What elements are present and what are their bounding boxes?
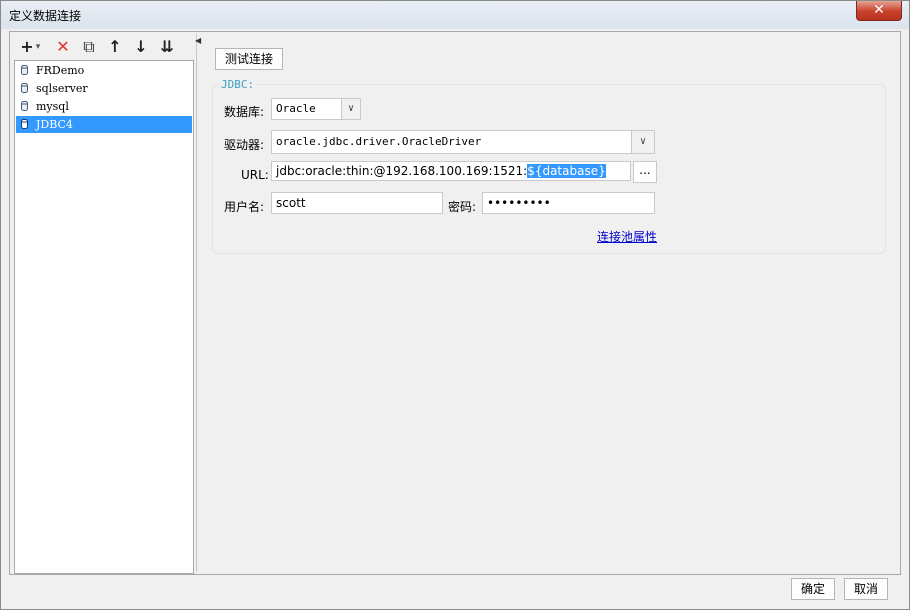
chevron-down-icon[interactable]: ∨ (341, 99, 360, 119)
database-label: 数据库: (224, 105, 265, 119)
test-connection-button[interactable]: 测试连接 (215, 48, 283, 70)
title-bar[interactable]: 定义数据连接 ✕ (1, 1, 909, 29)
delete-button[interactable]: ✕ (52, 37, 74, 57)
url-input[interactable]: jdbc:oracle:thin:@192.168.100.169:1521:$… (271, 161, 631, 181)
sort-icon: ⇊ (160, 37, 174, 56)
connection-detail-panel: 测试连接 JDBC: 数据库: Oracle ∨ 驱动器: oracle.jdb… (200, 34, 898, 572)
sort-button[interactable]: ⇊ (156, 37, 178, 57)
connection-tree[interactable]: FRDemo sqlserver mysql JDBC4 (14, 60, 194, 574)
jdbc-settings-group: JDBC: 数据库: Oracle ∨ 驱动器: oracle.jdbc.dri… (212, 78, 886, 254)
tree-item-mysql[interactable]: mysql (16, 98, 192, 115)
tree-item-sqlserver[interactable]: sqlserver (16, 80, 192, 97)
add-menu-dropdown[interactable]: ▾ (34, 37, 42, 57)
cancel-button[interactable]: 取消 (844, 578, 888, 600)
database-icon (21, 83, 28, 93)
delete-icon: ✕ (56, 37, 70, 56)
tree-item-label: JDBC4 (36, 118, 73, 131)
window-title: 定义数据连接 (9, 9, 82, 23)
username-input[interactable]: scott (271, 192, 443, 214)
password-value: ••••••••• (487, 196, 551, 210)
tree-item-label: sqlserver (36, 82, 88, 95)
database-select[interactable]: Oracle ∨ (271, 98, 361, 120)
url-label: URL: (241, 168, 269, 182)
arrow-down-icon: ↓ (134, 37, 148, 56)
connection-toolbar: + ▾ ✕ ⧉ ↑ ↓ ⇊ (12, 34, 195, 60)
tree-item-label: mysql (36, 100, 69, 113)
move-down-button[interactable]: ↓ (130, 37, 152, 57)
driver-select[interactable]: oracle.jdbc.driver.OracleDriver ∨ (271, 130, 655, 154)
url-selected-text: ${database} (527, 164, 606, 178)
database-value: Oracle (276, 102, 316, 115)
database-icon (21, 65, 28, 75)
password-input[interactable]: ••••••••• (482, 192, 655, 214)
database-icon (21, 119, 28, 129)
close-button[interactable]: ✕ (856, 1, 902, 21)
pool-properties-link[interactable]: 连接池属性 (597, 228, 657, 245)
url-prefix: jdbc:oracle:thin:@192.168.100.169:1521: (276, 164, 528, 178)
tree-item-label: FRDemo (36, 64, 85, 77)
group-title: JDBC: (219, 78, 257, 91)
chevron-down-icon[interactable]: ∨ (631, 131, 654, 153)
plus-icon: + (20, 37, 34, 56)
tree-item-frdemo[interactable]: FRDemo (16, 62, 192, 79)
copy-button[interactable]: ⧉ (78, 37, 100, 57)
url-browse-button[interactable]: ... (633, 161, 657, 183)
password-label: 密码: (448, 200, 477, 214)
driver-label: 驱动器: (224, 138, 265, 152)
dialog-window: 定义数据连接 ✕ + ▾ ✕ ⧉ ↑ ↓ ⇊ FRDemo sqlserver … (0, 0, 910, 610)
tree-item-jdbc4[interactable]: JDBC4 (16, 116, 192, 133)
ok-button[interactable]: 确定 (791, 578, 835, 600)
connection-list-panel: + ▾ ✕ ⧉ ↑ ↓ ⇊ FRDemo sqlserver mysql JDB… (12, 34, 195, 574)
database-icon (21, 101, 28, 111)
move-up-button[interactable]: ↑ (104, 37, 126, 57)
username-value: scott (276, 196, 306, 210)
copy-icon: ⧉ (83, 37, 95, 56)
username-label: 用户名: (224, 200, 265, 214)
arrow-up-icon: ↑ (108, 37, 122, 56)
dialog-content: + ▾ ✕ ⧉ ↑ ↓ ⇊ FRDemo sqlserver mysql JDB… (9, 31, 901, 575)
driver-value: oracle.jdbc.driver.OracleDriver (276, 135, 482, 148)
